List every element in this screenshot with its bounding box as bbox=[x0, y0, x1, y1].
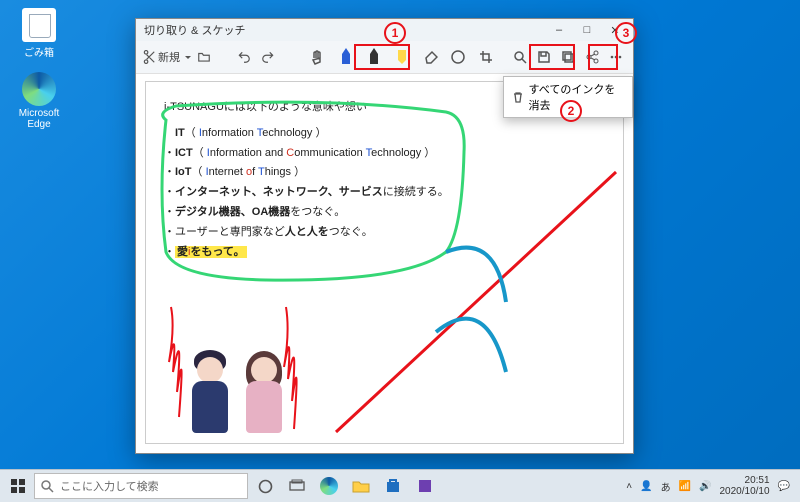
trash-icon bbox=[512, 91, 523, 103]
highlighter-icon bbox=[396, 48, 408, 66]
tray-volume-icon[interactable]: 🔊 bbox=[699, 481, 711, 492]
toolbar: 新規 bbox=[136, 41, 633, 74]
titlebar[interactable]: 切り取り & スケッチ – □ ✕ bbox=[136, 19, 633, 41]
cortana-button[interactable] bbox=[250, 472, 280, 500]
snip-icon bbox=[417, 478, 433, 494]
edge-icon bbox=[320, 477, 338, 495]
eraser-button[interactable] bbox=[419, 45, 441, 69]
tray-people-icon[interactable]: 👤 bbox=[640, 481, 652, 492]
eraser-icon bbox=[422, 50, 438, 64]
system-tray: ˄ 👤 あ 📶 🔊 20:51 2020/10/10 💬 bbox=[626, 475, 796, 497]
more-icon bbox=[609, 50, 623, 64]
tray-chevron-icon[interactable]: ˄ bbox=[626, 481, 632, 492]
new-label: 新規 bbox=[156, 49, 182, 65]
people-illustration bbox=[186, 345, 288, 437]
pen-black-button[interactable] bbox=[363, 45, 385, 69]
folder-icon bbox=[352, 479, 370, 493]
close-button[interactable]: ✕ bbox=[601, 19, 629, 41]
desktop: ごみ箱 Microsoft Edge 切り取り & スケッチ – □ ✕ 新規 bbox=[0, 0, 800, 502]
canvas[interactable]: i-TSUNAGUには以下のような意味や想い IT（ Information T… bbox=[145, 81, 624, 444]
zoom-icon bbox=[513, 50, 527, 64]
eraser-popup-label: すべてのインクを消去 bbox=[529, 81, 624, 113]
windows-icon bbox=[11, 479, 25, 493]
taskbar: ここに入力して検索 ˄ 👤 あ 📶 🔊 20:51 2020/10/10 💬 bbox=[0, 469, 800, 502]
crop-button[interactable] bbox=[475, 45, 497, 69]
hand-icon bbox=[311, 49, 325, 65]
crop-icon bbox=[479, 50, 493, 64]
save-icon bbox=[537, 50, 551, 64]
taskbar-search[interactable]: ここに入力して検索 bbox=[34, 473, 248, 499]
notifications-button[interactable]: 💬 bbox=[778, 481, 790, 492]
more-button[interactable] bbox=[605, 45, 627, 69]
doc-line: ・インターネット、ネットワーク、サービスに接続する。 bbox=[164, 183, 605, 203]
highlighter-button[interactable] bbox=[391, 45, 413, 69]
tray-network-icon[interactable]: 📶 bbox=[679, 481, 691, 492]
open-button[interactable] bbox=[193, 45, 215, 69]
ruler-icon bbox=[451, 50, 465, 64]
edge-icon bbox=[22, 72, 56, 106]
eraser-popup[interactable]: すべてのインクを消去 bbox=[503, 76, 633, 118]
clock-date: 2020/10/10 bbox=[719, 486, 769, 497]
copy-button[interactable] bbox=[557, 45, 579, 69]
taskview-icon bbox=[289, 479, 305, 493]
search-icon bbox=[41, 480, 54, 493]
clock-time: 20:51 bbox=[719, 475, 769, 486]
desktop-icon-label: Microsoft Edge bbox=[14, 108, 64, 130]
doc-line: ・ユーザーと専門家など人と人をつなぐ。 bbox=[164, 223, 605, 243]
pen-blue-button[interactable] bbox=[335, 45, 357, 69]
pencil-icon bbox=[368, 48, 380, 66]
person-male bbox=[186, 345, 234, 437]
undo-button[interactable] bbox=[233, 45, 255, 69]
maximize-button[interactable]: □ bbox=[573, 19, 601, 41]
document-content: i-TSUNAGUには以下のような意味や想い IT（ Information T… bbox=[146, 82, 623, 443]
folder-icon bbox=[197, 50, 211, 64]
store-icon bbox=[385, 478, 401, 494]
recycle-bin-icon bbox=[22, 8, 56, 42]
scissors-icon bbox=[142, 50, 156, 64]
share-icon bbox=[585, 50, 599, 64]
minimize-button[interactable]: – bbox=[545, 19, 573, 41]
desktop-icon-edge[interactable]: Microsoft Edge bbox=[14, 72, 64, 130]
save-button[interactable] bbox=[533, 45, 555, 69]
taskbar-app-edge[interactable] bbox=[314, 472, 344, 500]
taskbar-app-store[interactable] bbox=[378, 472, 408, 500]
pen-icon bbox=[340, 48, 352, 66]
redo-button[interactable] bbox=[257, 45, 279, 69]
search-placeholder: ここに入力して検索 bbox=[60, 478, 159, 494]
tray-ime-icon[interactable]: あ bbox=[661, 479, 671, 494]
window-title: 切り取り & スケッチ bbox=[140, 22, 545, 38]
desktop-icon-label: ごみ箱 bbox=[14, 44, 64, 59]
doc-line: ・愛iをもって。 bbox=[164, 243, 605, 263]
task-view-button[interactable] bbox=[282, 472, 312, 500]
share-button[interactable] bbox=[581, 45, 603, 69]
copy-icon bbox=[561, 50, 575, 64]
start-button[interactable] bbox=[4, 472, 32, 500]
taskbar-app-explorer[interactable] bbox=[346, 472, 376, 500]
undo-icon bbox=[237, 50, 251, 64]
zoom-button[interactable] bbox=[509, 45, 531, 69]
doc-line: ・IoT（ Internet of Things ） bbox=[164, 163, 605, 183]
doc-line: ・ICT（ Information and Communication Tech… bbox=[164, 144, 605, 164]
taskbar-clock[interactable]: 20:51 2020/10/10 bbox=[719, 475, 769, 497]
desktop-icon-recycle-bin[interactable]: ごみ箱 bbox=[14, 8, 64, 59]
taskbar-app-snip[interactable] bbox=[410, 472, 440, 500]
circle-icon bbox=[258, 479, 273, 494]
doc-line: IT（ Information Technology ） bbox=[164, 124, 605, 144]
redo-icon bbox=[261, 50, 275, 64]
person-female bbox=[240, 345, 288, 437]
new-snip-button[interactable]: 新規 bbox=[142, 45, 191, 69]
touch-writing-button[interactable] bbox=[307, 45, 329, 69]
ruler-button[interactable] bbox=[447, 45, 469, 69]
doc-line: ・デジタル機器、OA機器をつなぐ。 bbox=[164, 203, 605, 223]
